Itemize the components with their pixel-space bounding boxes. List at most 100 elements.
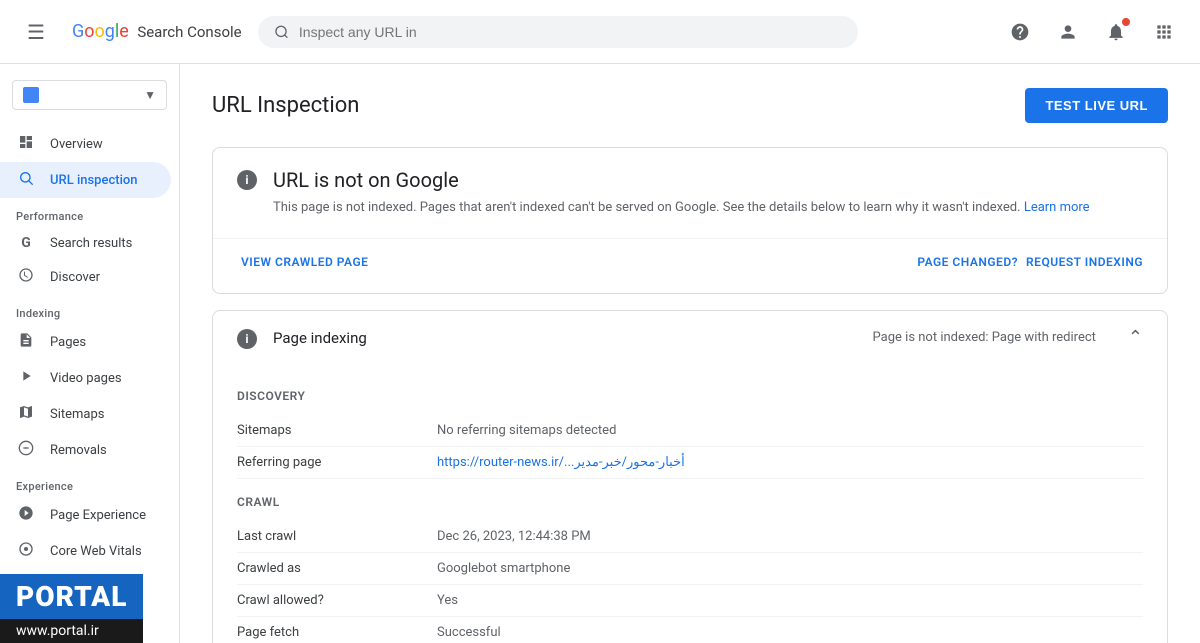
sidebar-item-url-inspection[interactable]: URL inspection — [0, 162, 171, 198]
detail-value: No referring sitemaps detected — [437, 423, 1143, 438]
discovery-section-title: Discovery — [237, 389, 1143, 403]
sidebar-item-page-experience[interactable]: Page Experience — [0, 497, 171, 533]
property-selector[interactable]: ▼ — [12, 80, 167, 110]
indexing-card-title: Page indexing — [273, 329, 367, 347]
sidebar-section-experience: Experience — [0, 468, 179, 497]
table-row: Referring page https://router-news.ir/..… — [237, 447, 1143, 479]
indexing-status: Page is not indexed: Page with redirect — [873, 330, 1096, 345]
app-logo: Google Search Console — [72, 21, 242, 42]
sidebar-item-label: Core Web Vitals — [50, 544, 142, 559]
sidebar-section-shopping: Shopping — [0, 605, 179, 634]
detail-label: Referring page — [237, 455, 437, 470]
sidebar-item-search-results[interactable]: G Search results — [0, 227, 171, 259]
notification-badge — [1122, 18, 1130, 26]
sidebar-item-label: Video pages — [50, 371, 122, 386]
sidebar-item-label: Pages — [50, 335, 86, 350]
url-inspection-icon — [16, 170, 36, 190]
sidebar-item-label: Sitemaps — [50, 407, 105, 422]
sidebar-item-label: URL inspection — [50, 173, 138, 188]
notification-icon[interactable] — [1096, 12, 1136, 52]
page-experience-icon — [16, 505, 36, 525]
video-pages-icon — [16, 368, 36, 388]
sidebar-item-overview[interactable]: Overview — [0, 126, 171, 162]
overview-icon — [16, 134, 36, 154]
logo-text: Google Search Console — [72, 21, 242, 42]
detail-label: Crawled as — [237, 561, 437, 576]
page-title: URL Inspection — [212, 93, 359, 118]
detail-value: https://router-news.ir/...أخبار-محور/خبر… — [437, 455, 1143, 470]
request-indexing-button[interactable]: REQUEST INDEXING — [1026, 255, 1143, 269]
detail-label: Crawl allowed? — [237, 593, 437, 608]
url-search-input[interactable] — [299, 24, 842, 40]
topbar: ☰ Google Search Console — [0, 0, 1200, 64]
referring-page-link[interactable]: https://router-news.ir/...أخبار-محور/خبر… — [437, 455, 685, 470]
detail-value: Yes — [437, 593, 1143, 608]
sidebar-item-video-pages[interactable]: Video pages — [0, 360, 171, 396]
sidebar-section-indexing: Indexing — [0, 295, 179, 324]
detail-value: Googlebot smartphone — [437, 561, 1143, 576]
test-live-url-button[interactable]: TEST LIVE URL — [1025, 88, 1168, 123]
url-not-indexed-card: i URL is not on Google This page is not … — [212, 147, 1168, 294]
card-header: i URL is not on Google This page is not … — [213, 148, 1167, 238]
https-icon — [16, 577, 36, 597]
sidebar-item-sitemaps[interactable]: Sitemaps — [0, 396, 171, 432]
page-changed-label: Page changed? — [917, 255, 1018, 269]
page-header: URL Inspection TEST LIVE URL — [212, 88, 1168, 123]
sidebar-item-product-snippets[interactable]: Product snippets — [0, 634, 171, 643]
removals-icon — [16, 440, 36, 460]
table-row: Crawled as Googlebot smartphone — [237, 553, 1143, 585]
view-crawled-page-button[interactable]: VIEW CRAWLED PAGE — [237, 247, 372, 277]
page-indexing-card: i Page indexing Page is not indexed: Pag… — [212, 310, 1168, 643]
pages-icon — [16, 332, 36, 352]
sidebar-item-core-web-vitals[interactable]: Core Web Vitals — [0, 533, 171, 569]
detail-label: Page fetch — [237, 625, 437, 640]
table-row: Crawl allowed? Yes — [237, 585, 1143, 617]
page-changed-section: Page changed? REQUEST INDEXING — [917, 255, 1143, 269]
indexing-card-header[interactable]: i Page indexing Page is not indexed: Pag… — [213, 311, 1167, 365]
sidebar: ▼ Overview URL inspection Performance G … — [0, 64, 180, 643]
core-web-vitals-icon — [16, 541, 36, 561]
hamburger-icon[interactable]: ☰ — [16, 12, 56, 52]
detail-label: Last crawl — [237, 529, 437, 544]
sidebar-item-removals[interactable]: Removals — [0, 432, 171, 468]
sidebar-item-pages[interactable]: Pages — [0, 324, 171, 360]
main-content: URL Inspection TEST LIVE URL i URL is no… — [180, 64, 1200, 643]
sidebar-item-label: Search results — [50, 236, 132, 251]
help-icon[interactable] — [1000, 12, 1040, 52]
indexing-info-icon: i — [237, 329, 257, 349]
url-search-bar[interactable] — [258, 16, 858, 48]
table-row: Sitemaps No referring sitemaps detected — [237, 415, 1143, 447]
card-content: URL is not on Google This page is not in… — [273, 168, 1090, 218]
apps-grid-icon[interactable] — [1144, 12, 1184, 52]
detail-value: Dec 26, 2023, 12:44:38 PM — [437, 529, 1143, 544]
chevron-down-icon: ▼ — [144, 88, 156, 102]
crawl-section-title: Crawl — [237, 495, 1143, 509]
sidebar-section-performance: Performance — [0, 198, 179, 227]
card-actions: VIEW CRAWLED PAGE Page changed? REQUEST … — [213, 238, 1167, 293]
property-color — [23, 87, 39, 103]
search-results-icon: G — [16, 235, 36, 251]
sidebar-item-label: Removals — [50, 443, 107, 458]
sidebar-item-https[interactable]: HTTPS — [0, 569, 171, 605]
sitemaps-icon — [16, 404, 36, 424]
app-layout: ▼ Overview URL inspection Performance G … — [0, 64, 1200, 643]
search-icon — [274, 24, 289, 40]
topbar-icons — [1000, 12, 1184, 52]
sidebar-item-label: Overview — [50, 137, 103, 152]
detail-label: Sitemaps — [237, 423, 437, 438]
table-row: Page fetch Successful — [237, 617, 1143, 643]
chevron-up-icon: ⌃ — [1128, 327, 1143, 348]
info-icon: i — [237, 170, 257, 190]
detail-value: Successful — [437, 625, 1143, 640]
sidebar-item-discover[interactable]: Discover — [0, 259, 171, 295]
sidebar-item-label: HTTPS — [50, 580, 91, 595]
card-description: This page is not indexed. Pages that are… — [273, 198, 1090, 218]
sidebar-item-label: Page Experience — [50, 508, 146, 523]
account-icon[interactable] — [1048, 12, 1088, 52]
card-title: URL is not on Google — [273, 168, 1090, 192]
learn-more-link[interactable]: Learn more — [1024, 200, 1090, 215]
sidebar-item-label: Discover — [50, 270, 100, 285]
discover-icon — [16, 267, 36, 287]
table-row: Last crawl Dec 26, 2023, 12:44:38 PM — [237, 521, 1143, 553]
indexing-card-body: Discovery Sitemaps No referring sitemaps… — [213, 365, 1167, 643]
